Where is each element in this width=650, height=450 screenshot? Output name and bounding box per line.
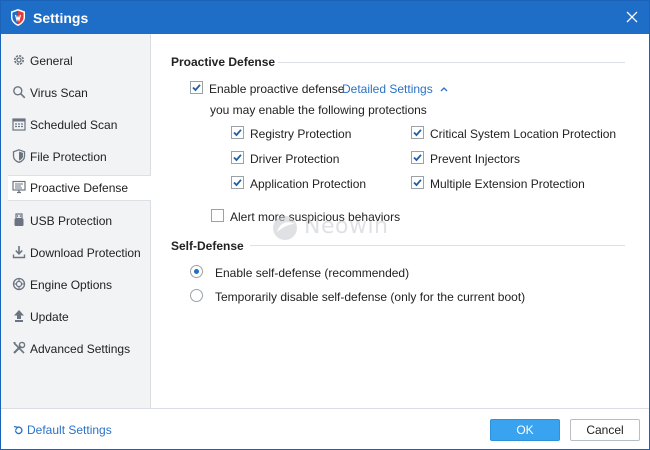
restore-icon [13,425,23,435]
settings-content: Proactive Defense Enable proactive defen… [152,34,649,408]
tools-icon [12,341,26,355]
prevent-injectors-label: Prevent Injectors [430,152,521,166]
sidebar-item-usb-protection[interactable]: USB Protection [8,208,151,234]
chevron-up-icon [440,87,448,92]
calendar-icon [12,117,26,131]
app-shield-icon [10,9,26,26]
sidebar-item-label: Engine Options [30,278,113,292]
default-settings-link[interactable]: Default Settings [13,423,112,437]
application-protection-label: Application Protection [250,177,367,191]
sidebar-item-label: Download Protection [30,246,141,260]
checkmark-icon [192,84,201,92]
checkmark-icon [233,179,242,187]
checkmark-icon [413,129,422,137]
neowin-watermark: Neowin [271,214,391,244]
engine-icon [12,277,26,291]
checkmark-icon [233,129,242,137]
sidebar-item-virus-scan[interactable]: Virus Scan [8,80,151,106]
checkmark-icon [413,154,422,162]
neowin-logo-icon [273,216,297,240]
protections-hint: you may enable the following protections [210,103,427,117]
watermark-text: Neowin [304,214,389,239]
enable-self-defense-radio[interactable] [190,265,203,278]
dialog-footer: Default Settings OK Cancel [1,408,649,449]
checkmark-icon [413,179,422,187]
sidebar-item-update[interactable]: Update [8,304,151,330]
registry-protection-checkbox[interactable] [231,126,244,139]
sidebar-nav: General Virus Scan Scheduled Scan File P… [1,34,151,408]
disable-self-defense-label: Temporarily disable self-defense (only f… [215,290,526,304]
sidebar-item-proactive-defense[interactable]: Proactive Defense [8,175,151,201]
ok-button[interactable]: OK [490,419,560,441]
driver-protection-label: Driver Protection [250,152,340,166]
title-bar: Settings [1,1,649,34]
sidebar-item-engine-options[interactable]: Engine Options [8,272,151,298]
sidebar-item-label: General [30,54,73,68]
sidebar-item-advanced-settings[interactable]: Advanced Settings [8,336,151,362]
search-icon [12,85,26,99]
default-settings-text: Default Settings [27,423,112,437]
upload-arrow-icon [12,309,26,323]
sidebar-item-label: Proactive Defense [30,181,129,195]
sidebar-item-label: File Protection [30,150,107,164]
enable-proactive-label: Enable proactive defense [209,82,345,96]
sidebar-item-file-protection[interactable]: File Protection [8,144,151,170]
cancel-button[interactable]: Cancel [570,419,640,441]
detailed-settings-link[interactable]: Detailed Settings [342,82,449,96]
critical-location-checkbox[interactable] [411,126,424,139]
sidebar-item-scheduled-scan[interactable]: Scheduled Scan [8,112,151,138]
application-protection-checkbox[interactable] [231,176,244,189]
driver-protection-checkbox[interactable] [231,151,244,164]
close-button[interactable] [621,6,643,28]
section-divider [278,62,625,63]
section-title-self-defense: Self-Defense [171,239,244,253]
sidebar-item-download-protection[interactable]: Download Protection [8,240,151,266]
sidebar-item-label: Scheduled Scan [30,118,118,132]
sidebar-item-label: Advanced Settings [30,342,131,356]
critical-location-label: Critical System Location Protection [430,127,617,141]
disable-self-defense-radio[interactable] [190,289,203,302]
detailed-settings-text: Detailed Settings [342,82,433,96]
monitor-icon [12,180,26,194]
usb-icon [12,213,26,227]
close-icon [626,11,638,23]
registry-protection-label: Registry Protection [250,127,352,141]
sidebar-item-general[interactable]: General [8,48,151,74]
gear-icon [12,53,26,67]
sidebar-item-label: USB Protection [30,214,113,228]
shield-icon [12,149,26,164]
alert-suspicious-checkbox[interactable] [211,209,224,222]
multiple-extension-label: Multiple Extension Protection [430,177,585,191]
sidebar-item-label: Virus Scan [30,86,88,100]
settings-window: Settings General Virus Scan Scheduled Sc… [0,0,650,450]
section-title-proactive: Proactive Defense [171,55,276,69]
download-icon [12,245,26,259]
section-divider [250,245,625,246]
sidebar-item-label: Update [30,310,69,324]
prevent-injectors-checkbox[interactable] [411,151,424,164]
enable-self-defense-label: Enable self-defense (recommended) [215,266,410,280]
window-title: Settings [33,10,89,26]
multiple-extension-checkbox[interactable] [411,176,424,189]
checkmark-icon [233,154,242,162]
enable-proactive-checkbox[interactable] [190,81,203,94]
